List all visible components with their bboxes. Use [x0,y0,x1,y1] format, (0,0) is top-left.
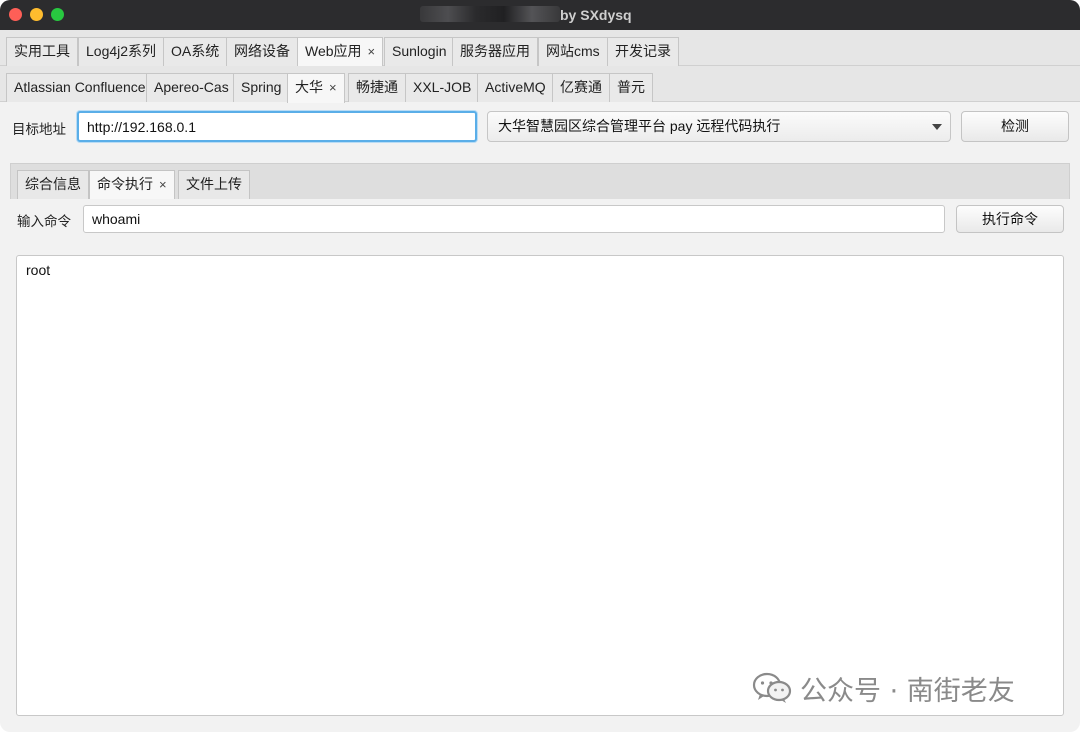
tab-label: ActiveMQ [485,79,546,95]
watermark: 公众号 · 南街老友 [752,668,1015,708]
tab-web-apps[interactable]: Web应用 × [297,37,384,67]
command-output-area[interactable]: root [16,255,1064,716]
tab-apereo-cas[interactable]: Apereo-Cas [146,73,237,102]
tab-label: 服务器应用 [460,43,530,59]
tab-label: 畅捷通 [356,79,398,95]
tab-label: OA系统 [171,43,220,59]
window-close-button[interactable] [9,8,22,21]
tab-label: 大华 [295,79,323,95]
vulnerability-select[interactable]: 大华智慧园区综合管理平台 pay 远程代码执行 [487,111,951,142]
tab-primeton[interactable]: 普元 [609,73,653,102]
tab-xxl-job[interactable]: XXL-JOB [405,73,480,102]
detect-button[interactable]: 检测 [961,111,1069,142]
tab-log4j2[interactable]: Log4j2系列 [78,37,165,66]
tab-label: 综合信息 [25,176,81,192]
command-label: 输入命令 [17,214,71,229]
tab-atlassian-confluence[interactable]: Atlassian Confluence [6,73,154,102]
target-url-input[interactable] [77,111,477,142]
wechat-icon [752,672,792,703]
title-bar: by SXdysq [0,0,1080,30]
tab-oa-systems[interactable]: OA系统 [163,37,228,66]
window-minimize-button[interactable] [30,8,43,21]
window-title: by SXdysq [560,7,632,23]
tab-label: Spring [241,79,282,95]
tab-dahua[interactable]: 大华 × [287,73,345,103]
tab-server-apps[interactable]: 服务器应用 [452,37,538,66]
tab-label: Log4j2系列 [86,43,157,59]
tab-command-exec[interactable]: 命令执行 × [89,170,175,199]
tab-label: 普元 [617,79,645,95]
tab-label: Apereo-Cas [154,79,229,95]
close-tab-icon[interactable]: × [159,177,167,192]
tab-general-info[interactable]: 综合信息 [17,170,89,199]
tab-label: 开发记录 [615,43,671,59]
tab-utility-tools[interactable]: 实用工具 [6,37,78,66]
vulnerability-select-value: 大华智慧园区综合管理平台 pay 远程代码执行 [498,118,781,134]
tab-label: 实用工具 [14,43,70,59]
tab-yisaitong[interactable]: 亿赛通 [552,73,610,102]
target-address-label: 目标地址 [12,122,66,137]
tab-label: 网络设备 [234,43,290,59]
redacted-title [420,6,560,22]
tab-dev-log[interactable]: 开发记录 [607,37,679,66]
tab-network-devices[interactable]: 网络设备 [226,37,298,66]
tab-label: 文件上传 [186,176,242,192]
command-input[interactable] [83,205,945,233]
tab-sunlogin[interactable]: Sunlogin [384,37,455,66]
close-tab-icon[interactable]: × [329,80,337,95]
tab-label: XXL-JOB [413,79,472,95]
watermark-text: 公众号 · 南街老友 [800,675,1015,707]
product-tab-bar: Atlassian Confluence Apereo-Cas Spring 大… [0,66,1080,103]
tab-label: 亿赛通 [560,79,602,95]
tab-file-upload[interactable]: 文件上传 [178,170,250,199]
app-window: by SXdysq 实用工具 Log4j2系列 OA系统 网络设备 Web应用 ×… [0,0,1080,732]
close-tab-icon[interactable]: × [368,44,376,59]
tab-label: 网站cms [546,43,600,59]
tab-website-cms[interactable]: 网站cms [538,37,608,66]
tab-label: Web应用 [305,43,362,59]
chevron-down-icon [932,124,942,130]
tab-label: Atlassian Confluence [14,79,146,95]
tab-label: 命令执行 [97,176,153,192]
main-tab-bar: 实用工具 Log4j2系列 OA系统 网络设备 Web应用 × Sunlogin … [0,30,1080,67]
tab-spring[interactable]: Spring [233,73,290,102]
command-output-text: root [26,262,51,278]
tab-label: Sunlogin [392,43,447,59]
execute-command-button[interactable]: 执行命令 [956,205,1064,233]
tab-activemq[interactable]: ActiveMQ [477,73,554,102]
window-maximize-button[interactable] [51,8,64,21]
function-tab-bar: 综合信息 命令执行 × 文件上传 [10,163,1070,199]
tab-chanjet[interactable]: 畅捷通 [348,73,406,102]
